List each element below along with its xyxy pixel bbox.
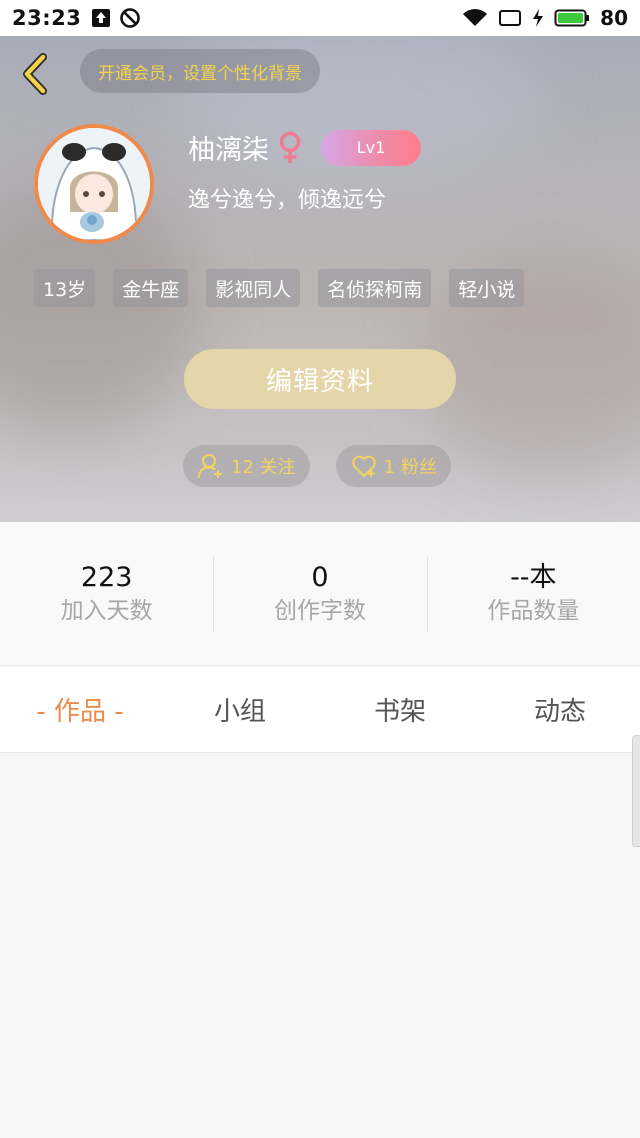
status-time: 23:23	[12, 6, 82, 30]
profile-header: 开通会员，设置个性化背景 柚漓柒 Lv1 逸兮逸兮，倾逸远兮 13岁 金牛座 影…	[0, 36, 640, 522]
wifi-icon	[462, 8, 488, 28]
stat-label: 加入天数	[60, 597, 153, 624]
charging-icon	[532, 8, 544, 28]
stat-value: 0	[311, 561, 329, 593]
tag-item: 名侦探柯南	[318, 269, 432, 307]
following-button[interactable]: 12 关注	[183, 445, 310, 487]
female-icon	[279, 131, 301, 163]
following-count: 12 关注	[231, 457, 296, 478]
profile-tabs: - 作品 - 小组 书架 动态	[0, 667, 640, 753]
user-signature: 逸兮逸兮，倾逸远兮	[188, 188, 387, 213]
level-badge: Lv1	[321, 129, 421, 166]
stat-word-count: 0 创作字数	[213, 555, 426, 632]
avatar[interactable]	[34, 124, 154, 244]
interest-tags: 13岁 金牛座 影视同人 名侦探柯南 轻小说	[34, 269, 525, 307]
dnd-icon	[119, 7, 141, 29]
stat-value: 223	[80, 561, 133, 593]
user-name: 柚漓柒	[188, 135, 269, 166]
followers-count: 1 粉丝	[383, 457, 437, 478]
tab-bookshelf[interactable]: 书架	[320, 691, 480, 728]
stat-works-count: --本 作品数量	[426, 555, 640, 632]
edit-profile-button[interactable]: 编辑资料	[184, 349, 456, 409]
screen-icon	[498, 8, 522, 28]
avatar-image	[38, 128, 150, 240]
battery-icon	[554, 8, 590, 28]
heart-icon	[351, 455, 376, 477]
vip-background-prompt[interactable]: 开通会员，设置个性化背景	[80, 49, 320, 93]
stat-label: 作品数量	[487, 597, 580, 624]
battery-level: 80	[600, 6, 628, 30]
back-button[interactable]	[14, 52, 54, 96]
followers-button[interactable]: 1 粉丝	[335, 445, 451, 487]
tab-content-area	[0, 754, 640, 1138]
stats-row: 223 加入天数 0 创作字数 --本 作品数量	[0, 522, 640, 666]
status-bar: 23:23 80	[0, 0, 640, 36]
side-scroll-handle[interactable]	[632, 735, 640, 847]
upload-icon	[91, 8, 111, 28]
back-arrow-icon	[23, 53, 47, 95]
stat-join-days: 223 加入天数	[0, 556, 213, 632]
tag-item: 金牛座	[113, 269, 189, 307]
tab-works[interactable]: - 作品 -	[0, 691, 160, 728]
tab-activity[interactable]: 动态	[480, 691, 640, 728]
stat-label: 创作字数	[273, 597, 366, 624]
tag-item: 13岁	[34, 269, 96, 307]
tab-groups[interactable]: 小组	[160, 691, 320, 728]
tag-item: 影视同人	[206, 269, 301, 307]
tag-item: 轻小说	[449, 269, 525, 307]
add-user-icon	[198, 454, 222, 479]
stat-value: --本	[510, 561, 557, 593]
